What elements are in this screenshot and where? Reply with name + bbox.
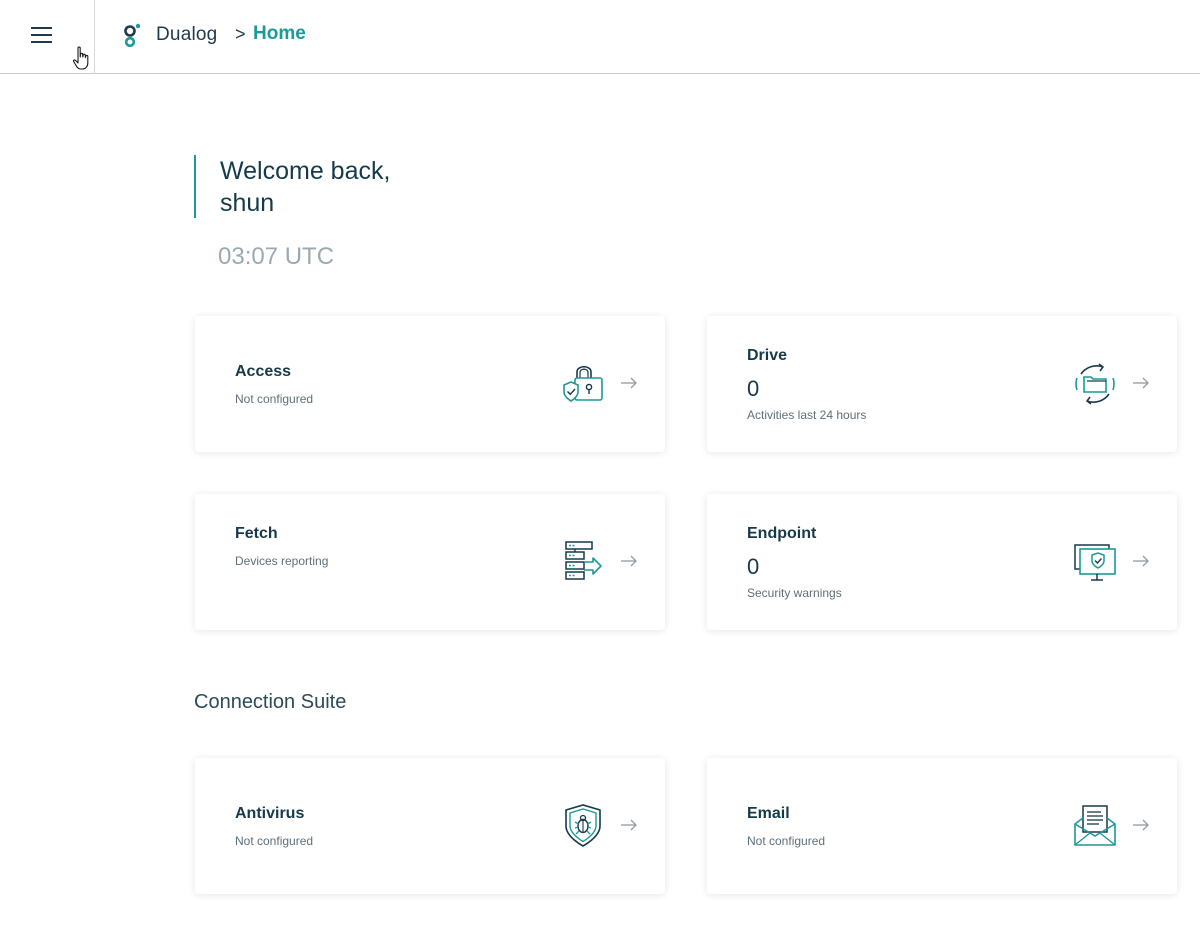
welcome-line: Welcome back, [220,157,391,185]
breadcrumb-separator: > [235,24,246,44]
card-title: Fetch [235,525,278,542]
shield-bug-icon [565,804,601,847]
arrow-right-icon[interactable] [621,819,637,831]
hand-cursor-icon [72,46,89,70]
card-subtitle: Not configured [235,392,314,406]
brand-name: Dualog [156,24,218,45]
fetch-card[interactable]: Fetch Devices reporting [195,494,665,630]
section-title-connection-suite: Connection Suite [194,691,347,713]
server-transfer-icon [565,541,602,580]
card-title: Email [747,805,790,822]
card-subtitle: Activities last 24 hours [747,408,867,422]
email-card[interactable]: Email Not configured [707,758,1177,894]
card-subtitle: Not configured [235,834,314,848]
antivirus-card[interactable]: Antivirus Not configured [195,758,665,894]
monitor-shield-icon [1074,544,1116,581]
folder-sync-icon [1075,363,1115,405]
top-bar: Dualog > Home [0,0,1200,74]
arrow-right-icon[interactable] [1133,555,1149,567]
utc-clock: 03:07 UTC [218,243,335,270]
card-subtitle: Security warnings [747,586,842,600]
breadcrumb-home[interactable]: Home [253,23,306,45]
dualog-logo-icon [124,23,141,48]
card-title: Drive [747,347,788,364]
arrow-right-icon[interactable] [1133,377,1149,389]
card-title: Access [235,363,292,380]
welcome-heading: Welcome back, shun [194,155,390,218]
lock-shield-icon [563,365,603,402]
user-name: shun [220,189,275,217]
brand[interactable]: Dualog [122,22,217,48]
access-card[interactable]: Access Not configured [195,316,665,452]
arrow-right-icon[interactable] [621,377,637,389]
drive-card[interactable]: Drive 0 Activities last 24 hours [707,316,1177,452]
card-value: 0 [747,376,760,401]
hamburger-icon [31,27,52,43]
envelope-letter-icon [1074,805,1116,846]
arrow-right-icon[interactable] [621,555,637,567]
arrow-right-icon[interactable] [1133,819,1149,831]
card-subtitle: Devices reporting [235,554,329,568]
endpoint-card[interactable]: Endpoint 0 Security warnings [707,494,1177,630]
card-value: 0 [747,554,760,579]
card-title: Endpoint [747,525,817,542]
card-title: Antivirus [235,805,305,822]
card-subtitle: Not configured [747,834,826,848]
